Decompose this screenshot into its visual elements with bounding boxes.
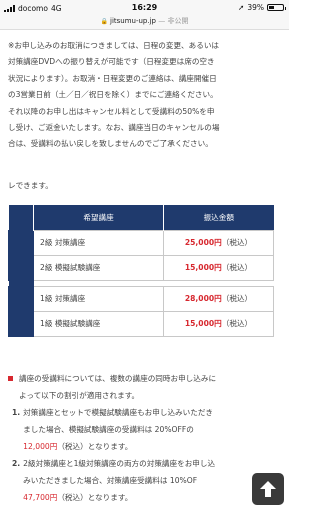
price-amount: 28,000円	[184, 294, 222, 303]
course-name: 1級 対策講座	[33, 285, 164, 312]
table-row: 1級 対策講座 28,000円（税込）	[8, 285, 274, 337]
header-amount: 振込金額	[163, 205, 274, 230]
group-marker	[8, 229, 34, 281]
price-amount: 15,000円	[184, 263, 222, 272]
policy-line: し受け、ご返金いたします。なお、講座当日のキャンセルの場	[8, 123, 220, 133]
table-header-row: 希望講座 振込金額	[8, 205, 274, 230]
item-line: みいただきました場合、対策講座受講料は 10%OF	[23, 476, 198, 485]
battery-info: ➚ 39%	[238, 3, 286, 12]
tax-label: （税込）	[221, 294, 253, 303]
course-price: 28,000円（税込）	[163, 285, 274, 312]
item-number: 1.	[12, 408, 21, 417]
item-line: 対策講座とセットで模擬試験講座もお申し込みいただき	[23, 408, 214, 417]
policy-line: 状況によります）。お取消・日程変更のご連絡は、講座開催日	[8, 73, 217, 83]
tax-label: （税込）	[221, 238, 253, 247]
notes-heading-line: 講座の受講料については、複数の講座の同時お申し込みに	[19, 374, 217, 383]
course-name: 2級 対策講座	[33, 229, 164, 256]
url-bar[interactable]: 🔒 jitsumu-up.jp — 非公開	[0, 16, 289, 30]
cancellation-policy-text: ※お申し込みのお取消につきましては、日程の変更、あるいは 対策講座DVDへの振り…	[8, 38, 282, 153]
course-price: 15,000円（税込）	[163, 310, 274, 337]
url-domain: jitsumu-up.jp	[110, 17, 156, 25]
item-number: 2.	[12, 459, 21, 468]
notes-heading: 講座の受講料については、複数の講座の同時お申し込みに よって以下の割引が適用され…	[8, 370, 282, 404]
table-row: 2級 対策講座 25,000円（税込）	[8, 229, 274, 281]
location-icon: ➚	[238, 3, 245, 12]
table-row: 1級 模擬試験講座 15,000円（税込）	[9, 310, 274, 337]
item-tax-suffix: （税込）となります。	[57, 442, 133, 451]
scroll-to-top-button[interactable]	[252, 473, 284, 505]
price-amount: 15,000円	[184, 319, 222, 328]
table-row: 2級 模擬試験講座 15,000円（税込）	[9, 254, 274, 281]
truncated-text: レできます。	[8, 181, 53, 190]
bullet-square-icon	[8, 376, 13, 381]
discount-item: 2. 2級対策講座と1級対策講座の両方の対策講座をお申し込 みいただきました場合…	[8, 455, 282, 506]
policy-line: ※お申し込みのお取消につきましては、日程の変更、あるいは	[8, 41, 220, 50]
course-price: 25,000円（税込）	[163, 229, 274, 256]
policy-line: それ以降のお申し出はキャンセル料として受講料の50%を申	[8, 106, 215, 116]
discount-price: 47,700円	[23, 493, 58, 502]
battery-percent: 39%	[247, 3, 264, 12]
item-line: 2級対策講座と1級対策講座の両方の対策講座をお申し込	[23, 459, 216, 468]
item-line: ました場合、模擬試験講座の受講料は 20%OFFの	[23, 425, 194, 434]
up-arrow-icon	[260, 481, 276, 497]
lock-icon: 🔒	[100, 18, 108, 25]
item-price-line: 47,700円（税込）となります。	[23, 489, 215, 506]
course-name: 2級 模擬試験講座	[33, 254, 164, 281]
policy-line: 合は、受講料の払い戻しを致しませんのでご了承ください。	[8, 139, 213, 149]
fee-table: 希望講座 振込金額 2級 対策講座 25,000円（税込） 2級 模擬試験講座 …	[8, 205, 274, 337]
header-course: 希望講座	[33, 205, 164, 230]
discount-price: 12,000円	[23, 442, 58, 451]
price-amount: 25,000円	[184, 238, 222, 247]
header-spacer	[8, 205, 34, 230]
group-marker	[8, 285, 34, 337]
policy-line: の3営業日前（土／日／祝日を除く）までにご連絡ください。	[8, 90, 218, 100]
status-bar: docomo 4G 16:29 ➚ 39%	[0, 0, 289, 16]
battery-icon	[267, 4, 286, 11]
item-price-line: 12,000円（税込）となります。	[23, 438, 213, 455]
discount-notes: 講座の受講料については、複数の講座の同時お申し込みに よって以下の割引が適用され…	[8, 370, 282, 506]
tax-label: （税込）	[221, 319, 253, 328]
url-private-label: — 非公開	[158, 17, 189, 25]
course-name: 1級 模擬試験講座	[33, 310, 164, 337]
item-tax-suffix: （税込）となります。	[57, 493, 133, 502]
discount-item: 1. 対策講座とセットで模擬試験講座もお申し込みいただき ました場合、模擬試験講…	[8, 404, 282, 455]
course-price: 15,000円（税込）	[163, 254, 274, 281]
tax-label: （税込）	[221, 263, 253, 272]
notes-heading-line: よって以下の割引が適用されます。	[19, 391, 140, 400]
policy-line: 対策講座DVDへの振り替えが可能です（日程変更は席の空き	[8, 57, 215, 67]
